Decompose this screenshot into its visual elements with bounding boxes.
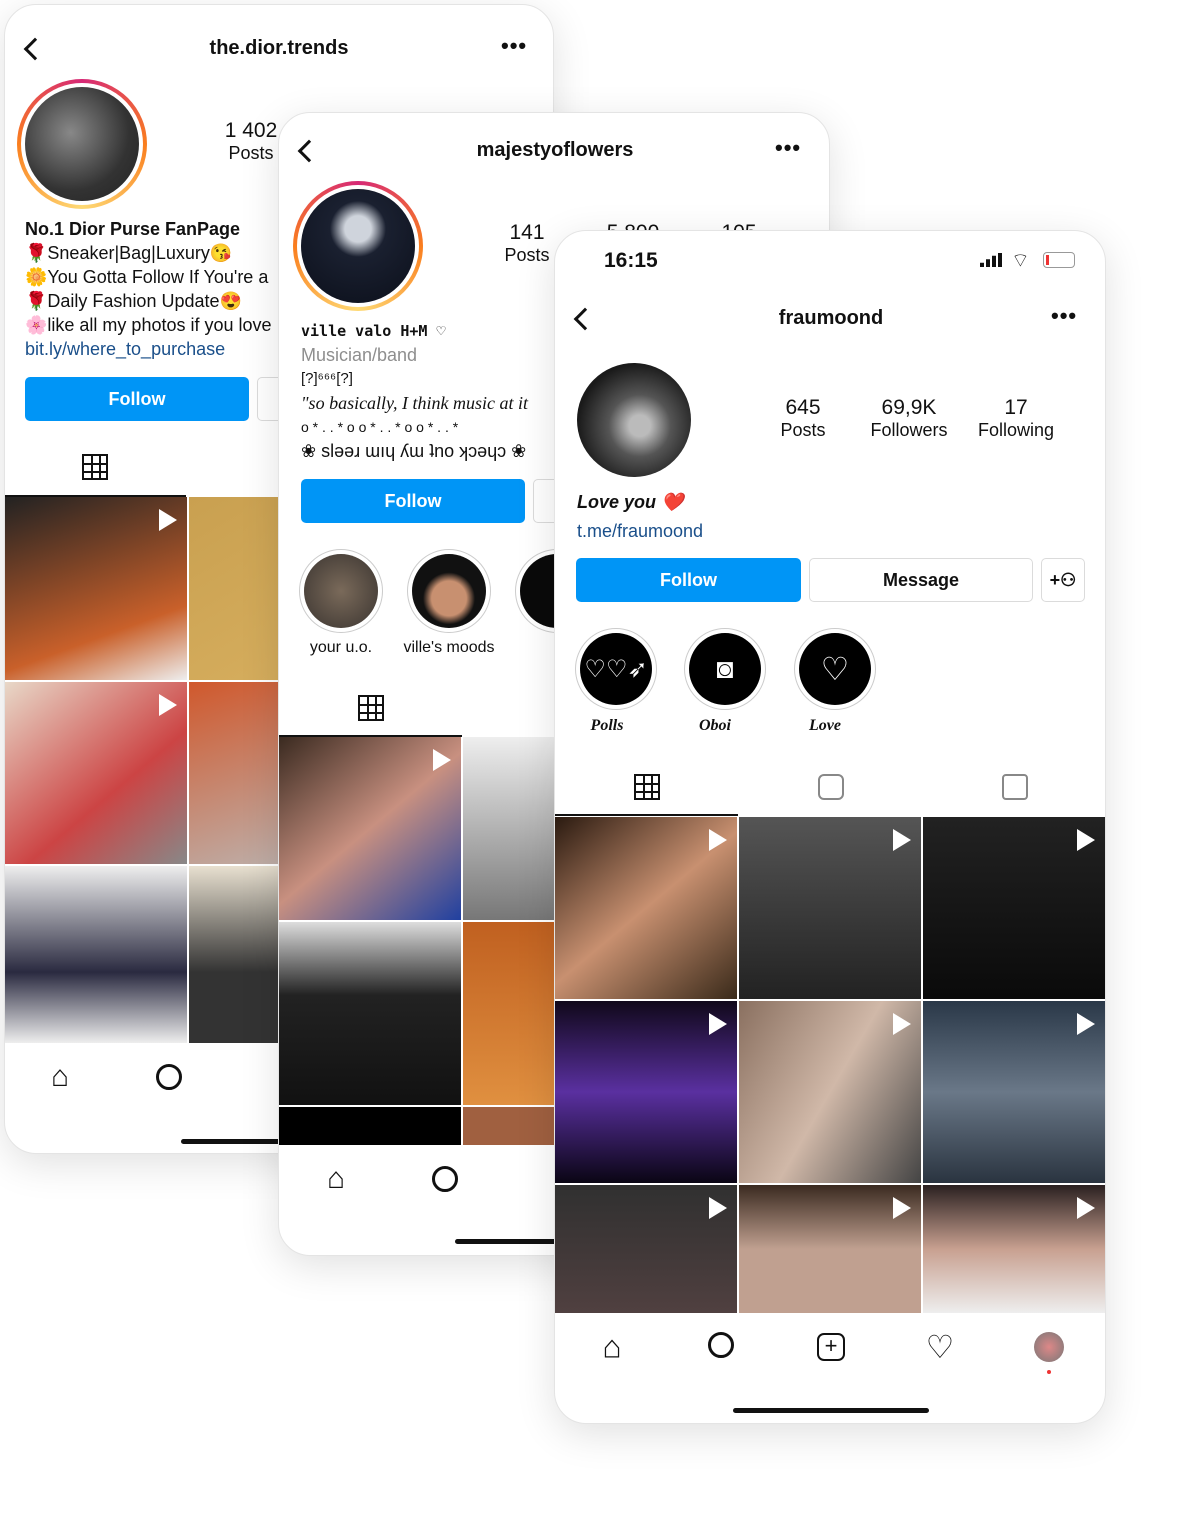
story-highlight[interactable]: ♡♡➶ bbox=[575, 628, 657, 710]
play-icon bbox=[709, 1197, 727, 1219]
battery-icon bbox=[1043, 252, 1075, 268]
story-highlight[interactable]: ◙ bbox=[684, 628, 766, 710]
post-thumbnail[interactable] bbox=[739, 1001, 921, 1183]
add-icon[interactable]: + bbox=[817, 1333, 845, 1361]
play-icon bbox=[1077, 1013, 1095, 1035]
more-icon[interactable]: ••• bbox=[775, 135, 801, 161]
stat-posts[interactable]: 645 Posts bbox=[780, 396, 825, 441]
post-thumbnail[interactable] bbox=[279, 922, 461, 1105]
status-time: 16:15 bbox=[604, 249, 658, 272]
post-thumbnail[interactable] bbox=[279, 737, 461, 920]
bio-category: Musician/band bbox=[301, 345, 418, 365]
reels-icon[interactable] bbox=[818, 774, 844, 800]
home-icon[interactable]: ⌂ bbox=[327, 1162, 345, 1196]
tagged-icon[interactable] bbox=[1002, 774, 1028, 800]
back-icon[interactable] bbox=[23, 37, 47, 61]
story-highlight[interactable] bbox=[299, 549, 383, 633]
home-icon[interactable]: ⌂ bbox=[51, 1060, 69, 1094]
avatar[interactable] bbox=[577, 363, 691, 477]
post-thumbnail[interactable] bbox=[5, 497, 187, 680]
message-button[interactable]: Message bbox=[809, 558, 1033, 602]
stat-followers[interactable]: 69,9K Followers bbox=[870, 396, 947, 441]
stat-posts[interactable]: 141 Posts bbox=[504, 221, 549, 266]
highlight-label: Love bbox=[809, 717, 841, 734]
avatar[interactable] bbox=[293, 181, 423, 311]
highlight-label: ville's moods bbox=[403, 639, 495, 656]
bio-line: ❀ sləəɹ ɯıɥ ʎɯ ʇno ʞɔəɥɔ ❀ bbox=[301, 441, 527, 461]
bio-link[interactable]: t.me/fraumoond bbox=[577, 519, 703, 543]
bio: ville valo H+M ♡ Musician/band [?]⁶⁶⁶[?]… bbox=[301, 319, 528, 463]
follow-button[interactable]: Follow bbox=[25, 377, 249, 421]
story-highlight[interactable]: ♡ bbox=[794, 628, 876, 710]
play-icon bbox=[1077, 1197, 1095, 1219]
back-icon[interactable] bbox=[573, 307, 597, 331]
search-icon[interactable] bbox=[156, 1064, 182, 1090]
bio-line: 🌹Sneaker|Bag|Luxury😘 bbox=[25, 243, 233, 263]
tab-indicator bbox=[555, 814, 738, 816]
post-thumbnail[interactable] bbox=[5, 682, 187, 864]
post-thumbnail[interactable] bbox=[923, 817, 1105, 999]
bio-line: "so basically, I think music at it bbox=[301, 393, 529, 413]
grid-icon[interactable] bbox=[82, 454, 108, 480]
stat-posts[interactable]: 1 402 Posts bbox=[225, 119, 278, 164]
bio-line: o * . . * o o * . . * o o * . . * bbox=[301, 419, 459, 435]
post-thumbnail[interactable] bbox=[923, 1185, 1105, 1313]
wifi-icon: ⌔ bbox=[1011, 250, 1030, 272]
story-highlight[interactable] bbox=[407, 549, 491, 633]
signal-icon bbox=[980, 253, 1004, 267]
bio-name: No.1 Dior Purse FanPage bbox=[25, 219, 241, 239]
play-icon bbox=[709, 829, 727, 851]
avatar-icon[interactable] bbox=[1034, 1332, 1064, 1362]
stat-following[interactable]: 17 Following bbox=[978, 396, 1054, 441]
search-icon[interactable] bbox=[432, 1166, 458, 1192]
avatar[interactable] bbox=[17, 79, 147, 209]
play-icon bbox=[159, 694, 177, 716]
play-icon bbox=[1077, 829, 1095, 851]
follow-button[interactable]: Follow bbox=[301, 479, 525, 523]
post-thumbnail[interactable] bbox=[739, 1185, 921, 1313]
highlight-label: Oboi bbox=[699, 717, 731, 734]
play-icon bbox=[159, 509, 177, 531]
play-icon bbox=[893, 1197, 911, 1219]
more-icon[interactable]: ••• bbox=[501, 33, 527, 59]
bio-line: 🌹Daily Fashion Update😍 bbox=[25, 291, 242, 311]
profile-screen-fraumoond: 16:15 ⌔ fraumoond ••• 645 Posts 69,9K Foll… bbox=[554, 230, 1106, 1424]
profile-username: the.dior.trends bbox=[209, 37, 349, 59]
home-indicator bbox=[733, 1408, 929, 1413]
play-icon bbox=[433, 749, 451, 771]
add-person-icon[interactable]: +⚇ bbox=[1041, 558, 1085, 602]
notification-dot bbox=[1047, 1370, 1051, 1374]
post-thumbnail[interactable] bbox=[555, 1185, 737, 1313]
search-icon[interactable] bbox=[708, 1332, 734, 1358]
back-icon[interactable] bbox=[297, 139, 321, 163]
grid-icon[interactable] bbox=[358, 695, 384, 721]
bio-line: 🌸like all my photos if you love bbox=[25, 315, 272, 335]
grid-icon[interactable] bbox=[634, 774, 660, 800]
highlight-label: Polls bbox=[590, 717, 624, 734]
play-icon bbox=[893, 829, 911, 851]
bio-line: Love you ❤️ bbox=[577, 492, 684, 512]
post-thumbnail[interactable] bbox=[555, 817, 737, 999]
post-thumbnail[interactable] bbox=[555, 1001, 737, 1183]
post-thumbnail[interactable] bbox=[739, 817, 921, 999]
heart-icon[interactable]: ♡ bbox=[926, 1328, 955, 1366]
highlight-label: your u.o. bbox=[309, 639, 373, 656]
play-icon bbox=[709, 1013, 727, 1035]
bio-name: ville valo H+M ♡ bbox=[301, 322, 446, 340]
bio: No.1 Dior Purse FanPage 🌹Sneaker|Bag|Lux… bbox=[25, 217, 272, 361]
more-icon[interactable]: ••• bbox=[1051, 303, 1077, 329]
post-thumbnail[interactable] bbox=[923, 1001, 1105, 1183]
play-icon bbox=[893, 1013, 911, 1035]
post-thumbnail[interactable] bbox=[5, 866, 187, 1043]
profile-username: majestyoflowers bbox=[476, 139, 634, 161]
profile-username: fraumoond bbox=[778, 307, 884, 329]
follow-button[interactable]: Follow bbox=[576, 558, 801, 602]
bio-line: [?]⁶⁶⁶[?] bbox=[301, 370, 353, 387]
bio-line: 🌼You Gotta Follow If You're a bbox=[25, 267, 269, 287]
bio-link[interactable]: bit.ly/where_to_purchase bbox=[25, 337, 272, 361]
post-thumbnail[interactable] bbox=[279, 1107, 461, 1145]
home-icon[interactable]: ⌂ bbox=[602, 1329, 621, 1366]
